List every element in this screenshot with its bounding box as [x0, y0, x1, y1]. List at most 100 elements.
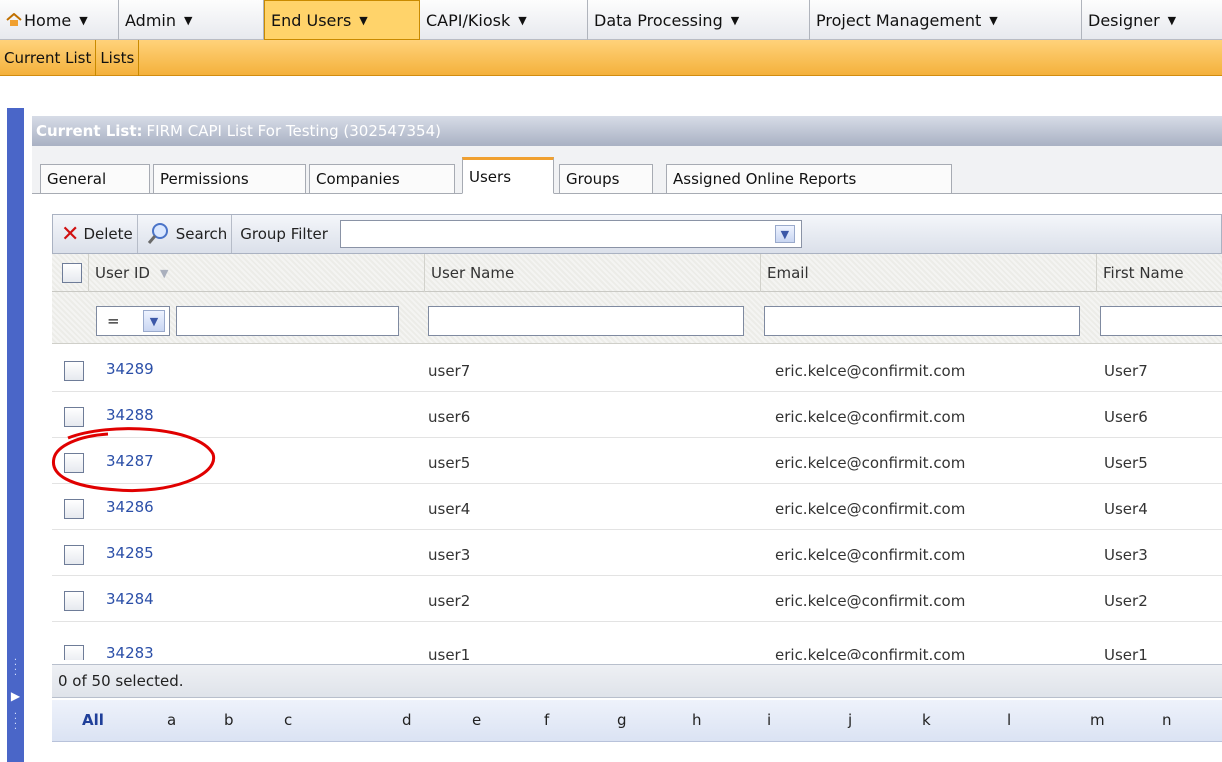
email-cell: eric.kelce@confirmit.com: [775, 454, 966, 472]
user-id-filter-input[interactable]: [176, 306, 399, 336]
column-header-user-name[interactable]: User Name: [424, 254, 760, 292]
email-cell: eric.kelce@confirmit.com: [775, 362, 966, 380]
user-name-cell: user4: [428, 500, 471, 518]
first-name-filter-input[interactable]: [1100, 306, 1222, 336]
first-name-cell: User7: [1104, 362, 1148, 380]
alpha-b[interactable]: b: [224, 711, 234, 729]
user-id-link[interactable]: 34285: [106, 544, 154, 562]
tab-groups-label: Groups: [566, 170, 620, 188]
menu-designer[interactable]: Designer ▼: [1082, 0, 1222, 40]
group-filter-label: Group Filter: [240, 225, 328, 243]
user-id-link[interactable]: 34287: [106, 452, 154, 470]
submenu-lists-label: Lists: [100, 48, 135, 67]
current-list-title: FIRM CAPI List For Testing (302547354): [146, 122, 441, 140]
checkbox-icon: [62, 263, 82, 283]
grid-toolbar: ✕ Delete Search Group Filter ▼: [52, 214, 1222, 254]
menu-capi-kiosk-label: CAPI/Kiosk: [426, 10, 511, 30]
selection-status-text: 0 of 50 selected.: [58, 672, 184, 690]
menu-admin[interactable]: Admin ▼: [119, 0, 264, 40]
alpha-c[interactable]: c: [284, 711, 292, 729]
menu-end-users-label: End Users: [271, 10, 352, 30]
column-header-email[interactable]: Email: [760, 254, 1096, 292]
alpha-all[interactable]: All: [82, 711, 104, 729]
tab-companies[interactable]: Companies: [309, 164, 455, 194]
menu-end-users[interactable]: End Users ▼: [264, 0, 420, 40]
submenu-lists[interactable]: Lists: [96, 39, 140, 76]
table-row: 34283 user1 eric.kelce@confirmit.com Use…: [52, 630, 1222, 660]
row-checkbox[interactable]: [64, 645, 84, 660]
user-id-operator-select[interactable]: = ▼: [96, 306, 170, 336]
alpha-e[interactable]: e: [472, 711, 481, 729]
email-cell: eric.kelce@confirmit.com: [775, 592, 966, 610]
submenu-current-list-label: Current List: [4, 48, 92, 67]
email-cell: eric.kelce@confirmit.com: [775, 408, 966, 426]
row-checkbox[interactable]: [64, 407, 84, 427]
chevron-down-icon: ▼: [1167, 13, 1177, 27]
chevron-down-icon[interactable]: ▼: [143, 310, 165, 332]
chevron-down-icon[interactable]: ▼: [774, 225, 795, 243]
tab-assigned-online-reports-label: Assigned Online Reports: [673, 170, 857, 188]
menu-project-management[interactable]: Project Management ▼: [810, 0, 1082, 40]
search-button[interactable]: Search: [138, 215, 233, 253]
grip-icon: · · · ·: [13, 709, 18, 735]
row-checkbox[interactable]: [64, 453, 84, 473]
alpha-k[interactable]: k: [922, 711, 931, 729]
alpha-a[interactable]: a: [167, 711, 176, 729]
user-id-link[interactable]: 34286: [106, 498, 154, 516]
user-id-link[interactable]: 34288: [106, 406, 154, 424]
expand-arrow-icon[interactable]: ▶: [7, 690, 24, 702]
user-name-filter-input[interactable]: [428, 306, 744, 336]
row-checkbox[interactable]: [64, 361, 84, 381]
selection-status: 0 of 50 selected.: [52, 664, 1222, 698]
user-id-link[interactable]: 34289: [106, 360, 154, 378]
submenu-current-list[interactable]: Current List: [0, 39, 97, 76]
tab-assigned-online-reports[interactable]: Assigned Online Reports: [666, 164, 952, 194]
select-all-checkbox[interactable]: [62, 263, 82, 287]
alpha-l[interactable]: l: [1007, 711, 1011, 729]
menu-home-label: Home: [24, 10, 72, 30]
alpha-d[interactable]: d: [402, 711, 412, 729]
tab-users-label: Users: [469, 167, 512, 186]
home-icon: [6, 13, 22, 26]
delete-button[interactable]: ✕ Delete: [53, 215, 138, 253]
tab-general[interactable]: General: [40, 164, 150, 194]
menu-project-management-label: Project Management: [816, 10, 982, 30]
tab-groups[interactable]: Groups: [559, 164, 653, 194]
column-email-label: Email: [767, 264, 809, 282]
row-checkbox[interactable]: [64, 545, 84, 565]
user-id-link[interactable]: 34284: [106, 590, 154, 608]
email-filter-input[interactable]: [764, 306, 1080, 336]
user-id-link[interactable]: 34283: [106, 644, 154, 660]
tab-companies-label: Companies: [316, 170, 400, 188]
delete-icon: ✕: [61, 221, 80, 247]
alpha-h[interactable]: h: [692, 711, 702, 729]
tab-permissions[interactable]: Permissions: [153, 164, 306, 194]
alpha-m[interactable]: m: [1090, 711, 1105, 729]
alpha-n[interactable]: n: [1162, 711, 1172, 729]
table-row: 34286 user4 eric.kelce@confirmit.com Use…: [52, 484, 1222, 530]
group-filter-select[interactable]: ▼: [339, 220, 802, 248]
alpha-g[interactable]: g: [617, 711, 627, 729]
tab-users[interactable]: Users: [462, 157, 554, 194]
menu-home[interactable]: Home ▼: [0, 0, 119, 40]
tab-strip: General Permissions Companies Users Grou…: [32, 146, 1222, 194]
alpha-j[interactable]: j: [848, 711, 852, 729]
search-icon: [147, 223, 168, 244]
user-name-cell: user5: [428, 454, 471, 472]
user-name-cell: user1: [428, 646, 471, 660]
chevron-down-icon: ▼: [184, 13, 193, 27]
column-header-first-name[interactable]: First Name: [1096, 254, 1222, 292]
menu-admin-label: Admin: [125, 10, 176, 30]
menu-data-processing[interactable]: Data Processing ▼: [588, 0, 810, 40]
alpha-f[interactable]: f: [544, 711, 549, 729]
email-cell: eric.kelce@confirmit.com: [775, 500, 966, 518]
alpha-i[interactable]: i: [767, 711, 771, 729]
column-first-name-label: First Name: [1103, 264, 1184, 282]
sort-desc-icon: ▼: [159, 266, 169, 280]
row-checkbox[interactable]: [64, 591, 84, 611]
table-row: 34287 user5 eric.kelce@confirmit.com Use…: [52, 438, 1222, 484]
row-checkbox[interactable]: [64, 499, 84, 519]
column-header-user-id[interactable]: User ID ▼: [88, 254, 424, 292]
menu-capi-kiosk[interactable]: CAPI/Kiosk ▼: [420, 0, 588, 40]
first-name-cell: User3: [1104, 546, 1148, 564]
